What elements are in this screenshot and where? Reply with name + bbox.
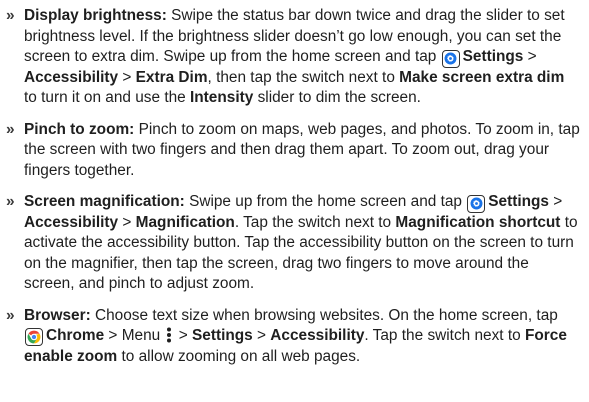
settings-label: Settings: [462, 48, 524, 65]
bullet-marker: »: [6, 7, 15, 24]
magnification-shortcut-label: Magnification shortcut: [395, 213, 561, 231]
item-title: Display brightness:: [24, 7, 167, 24]
item-text: to turn it on and use the: [24, 89, 190, 106]
accessibility-label: Accessibility: [270, 327, 365, 344]
accessibility-label: Accessibility: [24, 213, 119, 231]
bullet-marker: »: [6, 120, 15, 138]
separator: >: [118, 213, 136, 231]
chrome-icon: [25, 328, 43, 346]
separator: >: [252, 327, 271, 344]
item-text: . Tap the switch next to: [364, 327, 525, 344]
separator: >: [118, 68, 136, 86]
item-text: > Menu: [104, 327, 165, 344]
separator: >: [548, 193, 563, 210]
bullet-marker: »: [6, 306, 15, 324]
list-item-pinch-to-zoom: » Pinch to zoom: Pinch to zoom on maps, w…: [4, 120, 581, 182]
accessibility-label: Accessibility: [24, 68, 119, 86]
item-title: Pinch to zoom:: [24, 120, 135, 138]
intensity-label: Intensity: [190, 89, 254, 106]
item-text: Swipe up from the home screen and tap: [184, 193, 467, 210]
item-text: , then tap the switch next to: [207, 68, 400, 86]
bullet-marker: »: [6, 193, 15, 210]
separator: >: [174, 327, 193, 344]
item-text: . Tap the switch next to: [234, 213, 396, 231]
separator: >: [523, 48, 537, 65]
settings-gear-icon: [467, 194, 486, 213]
list-item-screen-magnification: » Screen magnification: Swipe up from the…: [4, 192, 581, 295]
item-text: to allow zooming on all web pages.: [117, 347, 361, 365]
make-screen-extra-dim-label: Make screen extra dim: [399, 68, 565, 86]
magnification-label: Magnification: [135, 213, 235, 231]
item-text: Choose text size when browsing websites.…: [90, 306, 558, 324]
chrome-label: Chrome: [46, 327, 105, 344]
three-dot-menu-icon: [166, 327, 172, 343]
help-page: » Display brightness: Swipe the status ba…: [0, 0, 589, 402]
extra-dim-label: Extra Dim: [135, 68, 208, 86]
item-title: Browser:: [24, 306, 91, 324]
item-title: Screen magnification:: [24, 193, 185, 210]
settings-label: Settings: [192, 327, 253, 344]
settings-gear-icon: [441, 49, 460, 68]
settings-label: Settings: [488, 193, 549, 210]
list-item-browser: » Browser: Choose text size when browsing…: [4, 306, 581, 368]
item-text: slider to dim the screen.: [253, 89, 421, 106]
list-item-display-brightness: » Display brightness: Swipe the status ba…: [4, 6, 581, 109]
